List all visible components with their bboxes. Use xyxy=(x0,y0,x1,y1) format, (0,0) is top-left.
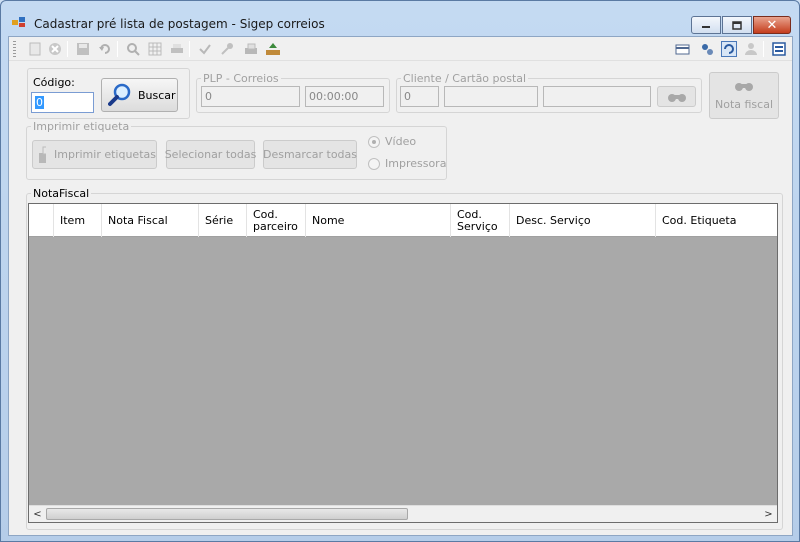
toolbar-separator xyxy=(189,41,190,57)
edit-icon[interactable] xyxy=(27,41,43,57)
cliente-code-field[interactable]: 0 xyxy=(400,86,439,107)
binoculars-icon xyxy=(735,83,753,91)
radio-impressora-dot[interactable] xyxy=(368,157,380,170)
window-icon[interactable] xyxy=(771,41,787,57)
binoculars-icon xyxy=(667,93,686,102)
nota-fiscal-button[interactable]: Nota fiscal xyxy=(709,72,779,119)
imprimir-etiquetas-label: Imprimir etiquetas xyxy=(54,148,156,161)
desmarcar-todas-button[interactable]: Desmarcar todas xyxy=(263,140,357,169)
cliente-legend: Cliente / Cartão postal xyxy=(403,72,527,85)
toolbar-separator xyxy=(763,41,764,57)
toolbar-grip[interactable] xyxy=(13,41,16,57)
plp-number-field[interactable]: 0 xyxy=(201,86,300,107)
scroll-right-arrow-icon[interactable]: > xyxy=(760,506,777,522)
scrollbar-thumb[interactable] xyxy=(46,508,408,520)
row-header-column xyxy=(29,204,54,237)
form-client-area: Código: 0 Buscar PLP - Correios 0 00:00:… xyxy=(8,36,793,536)
export-icon[interactable] xyxy=(265,41,281,57)
nota-fiscal-button-label: Nota fiscal xyxy=(714,98,773,111)
maximize-icon xyxy=(732,20,742,30)
minimize-icon xyxy=(702,26,710,28)
magnifier-icon xyxy=(108,83,131,106)
horizontal-scrollbar[interactable]: < > xyxy=(29,505,777,522)
cliente-search-button[interactable] xyxy=(657,86,696,107)
cliente-name-field[interactable] xyxy=(444,86,538,107)
title-bar[interactable]: Cadastrar pré lista de postagem - Sigep … xyxy=(1,1,799,35)
close-button[interactable]: ✕ xyxy=(753,16,791,34)
column-header-item[interactable]: Item xyxy=(54,204,102,237)
maximize-button[interactable] xyxy=(722,16,752,34)
cancel-icon[interactable] xyxy=(47,41,63,57)
plp-time-field[interactable]: 00:00:00 xyxy=(305,86,384,107)
column-header-cod-servico[interactable]: Cod. Serviço xyxy=(451,204,510,237)
close-icon: ✕ xyxy=(766,17,778,33)
user-icon[interactable] xyxy=(743,41,759,57)
column-header-cod-parceiro[interactable]: Cod. parceiro xyxy=(247,204,306,237)
printer-icon xyxy=(39,146,47,163)
column-header-cod-etiqueta[interactable]: Cod. Etiqueta xyxy=(656,204,776,237)
config-icon[interactable] xyxy=(699,41,715,57)
refresh-icon[interactable] xyxy=(721,41,737,57)
buscar-label: Buscar xyxy=(138,88,176,102)
toolbar-separator xyxy=(117,41,118,57)
data-grid[interactable]: Item Nota Fiscal Série Cod. parceiro Nom… xyxy=(28,203,778,523)
app-window: Cadastrar pré lista de postagem - Sigep … xyxy=(0,0,800,542)
window-title: Cadastrar pré lista de postagem - Sigep … xyxy=(34,17,325,31)
undo-icon[interactable] xyxy=(97,41,113,57)
grid-header: Item Nota Fiscal Série Cod. parceiro Nom… xyxy=(29,204,777,237)
key-icon[interactable] xyxy=(219,41,235,57)
radio-video-label: Vídeo xyxy=(385,135,417,148)
column-header-desc-servico[interactable]: Desc. Serviço xyxy=(510,204,656,237)
minimize-button[interactable] xyxy=(691,16,721,34)
column-header-serie[interactable]: Série xyxy=(199,204,247,237)
cartao-postal-field[interactable] xyxy=(543,86,651,107)
save-icon[interactable] xyxy=(75,41,91,57)
toolbar xyxy=(9,37,792,61)
plp-legend: PLP - Correios xyxy=(203,72,279,85)
imprimir-legend: Imprimir etiqueta xyxy=(33,120,130,133)
grid-icon[interactable] xyxy=(147,41,163,57)
card-icon[interactable] xyxy=(675,41,691,57)
buscar-button[interactable]: Buscar xyxy=(101,78,178,112)
nota-fiscal-legend: NotaFiscal xyxy=(33,187,90,200)
column-header-nome[interactable]: Nome xyxy=(306,204,451,237)
scroll-left-arrow-icon[interactable]: < xyxy=(29,506,46,522)
search-icon[interactable] xyxy=(125,41,141,57)
check-icon[interactable] xyxy=(197,41,213,57)
print-icon[interactable] xyxy=(169,41,185,57)
column-header-nota-fiscal[interactable]: Nota Fiscal xyxy=(102,204,199,237)
toolbar-separator xyxy=(67,41,68,57)
codigo-input[interactable]: 0 xyxy=(31,92,94,113)
printer-icon[interactable] xyxy=(243,41,259,57)
app-icon xyxy=(12,17,25,27)
radio-video-dot[interactable] xyxy=(368,135,380,148)
radio-impressora-label: Impressora xyxy=(385,157,447,170)
imprimir-etiquetas-button[interactable]: Imprimir etiquetas xyxy=(32,140,157,169)
selecionar-todas-button[interactable]: Selecionar todas xyxy=(165,140,256,169)
codigo-label: Código: xyxy=(33,76,75,89)
radio-impressora[interactable]: Impressora xyxy=(368,157,446,170)
radio-video[interactable]: Vídeo xyxy=(368,135,416,148)
